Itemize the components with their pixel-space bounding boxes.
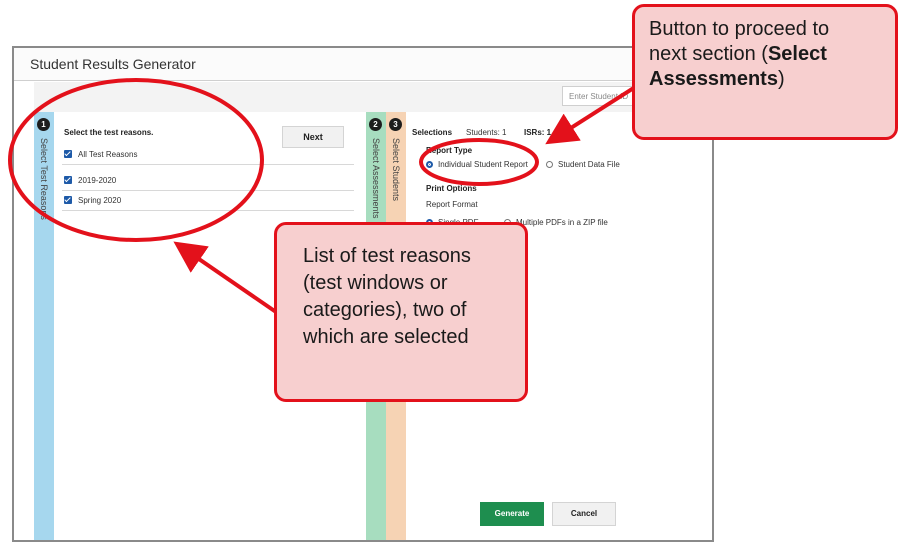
callout-text: ): [777, 68, 785, 90]
arrow-to-next-button: [545, 82, 642, 145]
arrow-to-test-reasons: [173, 241, 278, 314]
callout-bold-text: Assessments: [649, 68, 778, 90]
callout-text: next section (: [649, 43, 768, 65]
next-button-callout: Button to proceed to next section (Selec…: [632, 4, 898, 140]
test-reasons-callout: List of test reasons (test windows or ca…: [274, 222, 528, 402]
report-type-highlight-ellipse: [419, 138, 539, 186]
callout-line: categories), two of: [303, 299, 467, 321]
test-reasons-highlight-ellipse: [8, 78, 264, 242]
callout-line: next section (Select: [649, 42, 881, 67]
callout-bold-text: Select: [767, 43, 827, 65]
callout-line: Assessments): [649, 67, 881, 92]
callout-line: Button to proceed to: [649, 18, 830, 40]
callout-line: (test windows or: [303, 272, 448, 294]
callout-line: which are selected: [303, 326, 469, 348]
callout-line: List of test reasons: [303, 245, 471, 267]
